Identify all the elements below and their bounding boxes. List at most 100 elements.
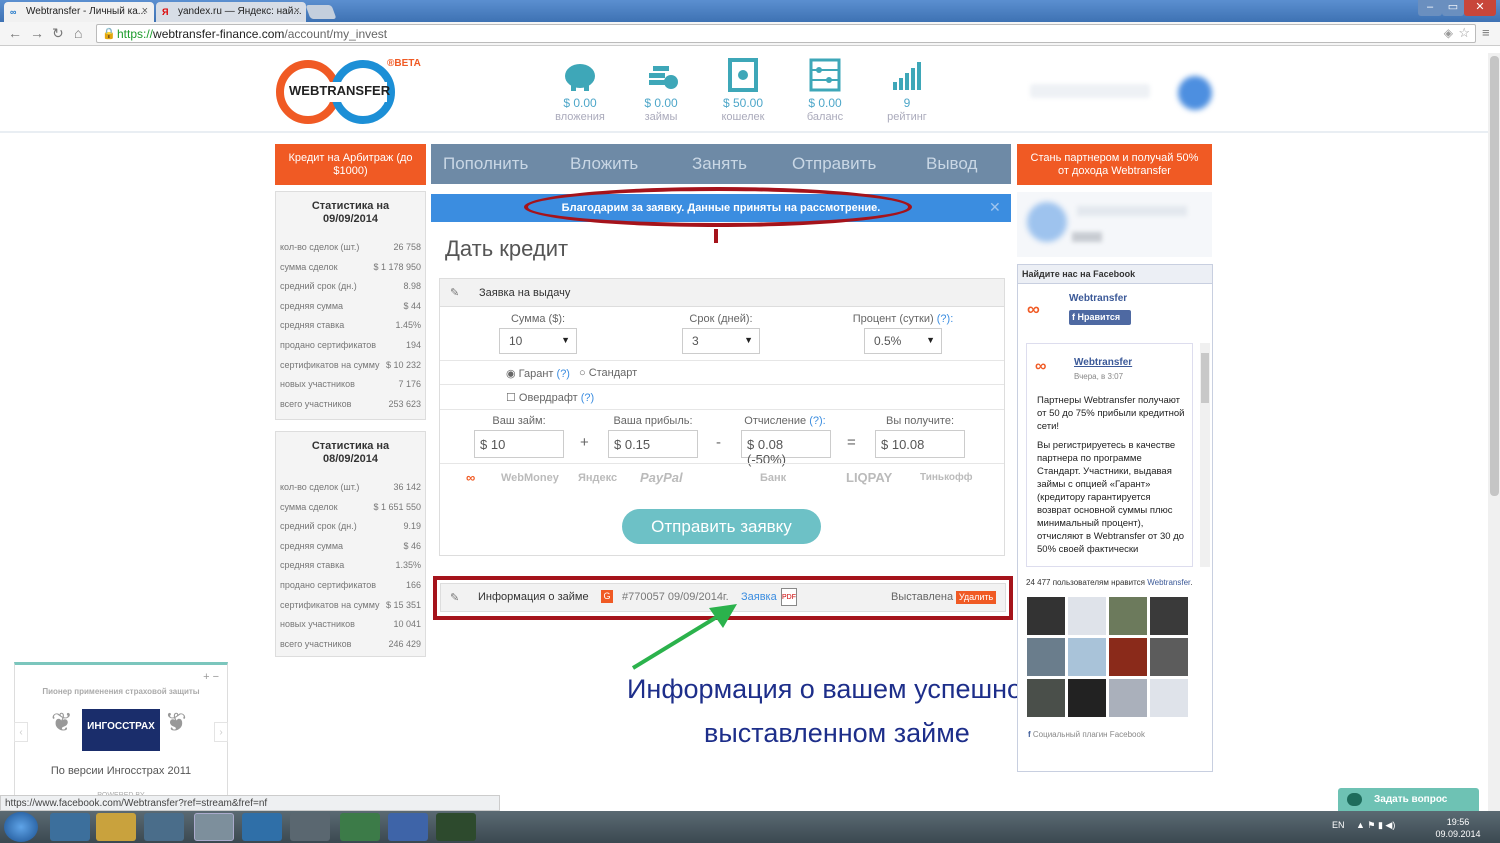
fan-avatar[interactable] xyxy=(1027,597,1065,635)
tray-icons[interactable]: ▲ ⚑ ▮ ◀) xyxy=(1356,820,1395,831)
app-taskbar-icon[interactable] xyxy=(242,813,282,841)
close-tab-icon[interactable]: × xyxy=(142,5,148,17)
sum-select[interactable]: 10 ▼ xyxy=(499,328,577,354)
url-input[interactable]: 🔒 https://webtransfer-finance.com/accoun… xyxy=(96,24,1476,43)
receive-label: Вы получите: xyxy=(885,415,954,427)
tab-webtransfer[interactable]: ∞ Webtransfer - Личный ка... × xyxy=(4,2,154,22)
yandex-taskbar-icon[interactable] xyxy=(290,813,330,841)
widget-controls[interactable]: + − xyxy=(203,671,219,683)
fan-avatar[interactable] xyxy=(1109,679,1147,717)
close-tab-icon[interactable]: × xyxy=(294,5,300,17)
stat-loans[interactable]: $ 0.00 займы xyxy=(626,58,696,123)
help-link[interactable]: (?) xyxy=(557,368,570,380)
nav-withdraw[interactable]: Вывод xyxy=(926,154,977,174)
fan-avatar[interactable] xyxy=(1150,679,1188,717)
avatar[interactable] xyxy=(1178,76,1212,110)
stat-rating[interactable]: 9 рейтинг xyxy=(872,58,942,123)
fee-field[interactable]: $ 0.08 (-50%) xyxy=(741,430,831,467)
stat-investments[interactable]: $ 0.00 вложения xyxy=(545,58,615,123)
ask-question-button[interactable]: Задать вопрос xyxy=(1338,788,1479,812)
minimize-button[interactable]: – xyxy=(1418,0,1442,16)
partner-banner[interactable]: Стань партнером и получай 50% от дохода … xyxy=(1017,144,1212,185)
app-taskbar-icon[interactable] xyxy=(388,813,428,841)
fan-avatar[interactable] xyxy=(1150,597,1188,635)
app-taskbar-icon[interactable] xyxy=(340,813,380,841)
carousel-next-button[interactable]: › xyxy=(214,722,228,742)
media-taskbar-icon[interactable] xyxy=(144,813,184,841)
help-link[interactable]: (?): xyxy=(809,415,826,427)
webtransfer-logo[interactable]: WEBTRANSFER ®BETA xyxy=(275,58,421,124)
likes-page-link[interactable]: Webtransfer xyxy=(1147,578,1190,587)
fb-post-author[interactable]: Webtransfer xyxy=(1074,357,1132,368)
stats-row-value: $ 44 xyxy=(403,300,421,311)
minus-sign: - xyxy=(716,434,721,451)
submit-request-button[interactable]: Отправить заявку xyxy=(622,509,821,544)
fb-like-button[interactable]: f Нравится xyxy=(1069,310,1131,325)
fan-avatar[interactable] xyxy=(1150,638,1188,676)
ie-taskbar-icon[interactable] xyxy=(50,813,90,841)
bookmark-star-icon[interactable]: ☆ xyxy=(1458,25,1470,41)
app-taskbar-icon[interactable] xyxy=(436,813,476,841)
panel-header: ✎ Заявка на выдачу xyxy=(440,279,1004,307)
plugin-text: Социальный плагин Facebook xyxy=(1032,730,1145,739)
nav-borrow[interactable]: Занять xyxy=(692,154,747,174)
scrollbar-thumb[interactable] xyxy=(1490,56,1499,496)
carousel-prev-button[interactable]: ‹ xyxy=(14,722,28,742)
language-indicator[interactable]: EN xyxy=(1332,820,1345,830)
facebook-widget: Найдите нас на Facebook ∞ Webtransfer f … xyxy=(1017,264,1213,772)
start-button[interactable] xyxy=(4,812,38,842)
reload-icon[interactable]: ↻ xyxy=(52,25,64,42)
nav-send[interactable]: Отправить xyxy=(792,154,876,174)
term-select[interactable]: 3 ▼ xyxy=(682,328,760,354)
system-clock[interactable]: 19:56 09.09.2014 xyxy=(1422,816,1494,840)
nav-invest[interactable]: Вложить xyxy=(570,154,638,174)
fan-avatar[interactable] xyxy=(1109,597,1147,635)
fb-page-name[interactable]: Webtransfer xyxy=(1069,293,1127,304)
new-tab-button[interactable] xyxy=(305,5,337,19)
help-link[interactable]: (?) xyxy=(581,392,594,404)
fan-avatar[interactable] xyxy=(1068,679,1106,717)
radio-garant[interactable]: ◉ Гарант (?) xyxy=(506,367,570,380)
stat-balance[interactable]: $ 0.00 баланс xyxy=(790,58,860,123)
home-icon[interactable]: ⌂ xyxy=(74,25,82,41)
arbitrage-credit-banner[interactable]: Кредит на Арбитраж (до $1000) xyxy=(275,144,426,185)
fan-avatar[interactable] xyxy=(1109,638,1147,676)
chat-bubble-icon xyxy=(1347,793,1362,806)
stats-row-value: 9.19 xyxy=(403,521,421,532)
close-window-button[interactable]: ✕ xyxy=(1464,0,1496,16)
shield-icon[interactable]: ◈ xyxy=(1444,26,1453,40)
help-link[interactable]: (?): xyxy=(937,313,954,325)
page-title: Дать кредит xyxy=(445,236,569,261)
stat-value: $ 0.00 xyxy=(563,96,597,110)
forward-icon[interactable]: → xyxy=(30,25,44,41)
url-path: /account/my_invest xyxy=(284,27,388,41)
overdraft-checkbox[interactable]: ☐ Овердрафт (?) xyxy=(506,391,594,404)
close-notice-icon[interactable]: ✕ xyxy=(989,199,1001,216)
fb-post-scrollbar[interactable] xyxy=(1200,343,1210,567)
back-icon[interactable]: ← xyxy=(8,25,22,41)
explorer-taskbar-icon[interactable] xyxy=(96,813,136,841)
maximize-button[interactable]: ▭ xyxy=(1442,0,1464,16)
profit-field[interactable]: $ 0.15 xyxy=(608,430,698,458)
fan-avatar[interactable] xyxy=(1027,638,1065,676)
percent-select[interactable]: 0.5% ▼ xyxy=(864,328,942,354)
receive-field[interactable]: $ 10.08 xyxy=(875,430,965,458)
garant-label: Гарант xyxy=(518,368,554,380)
url-scheme: https:// xyxy=(117,27,154,41)
chrome-taskbar-icon[interactable] xyxy=(194,813,234,841)
fan-avatar[interactable] xyxy=(1027,679,1065,717)
stats-row-label: средняя сумма xyxy=(280,540,344,551)
annotation-line-1: Информация о вашем успешно xyxy=(627,674,1023,704)
chrome-menu-icon[interactable]: ≡ xyxy=(1482,25,1490,40)
stat-label: займы xyxy=(644,111,678,123)
radio-standart[interactable]: ○ Стандарт xyxy=(579,367,637,379)
nav-deposit[interactable]: Пополнить xyxy=(443,154,528,174)
stats-row-label: сумма сделок xyxy=(280,501,338,512)
tab-yandex[interactable]: Я yandex.ru — Яндекс: най... × xyxy=(156,2,306,22)
loan-field[interactable]: $ 10 xyxy=(474,430,564,458)
fan-avatar[interactable] xyxy=(1068,638,1106,676)
stat-label: рейтинг xyxy=(887,111,927,123)
fan-avatar[interactable] xyxy=(1068,597,1106,635)
stat-wallet[interactable]: $ 50.00 кошелек xyxy=(708,58,778,123)
clock-time: 19:56 xyxy=(1446,817,1470,827)
